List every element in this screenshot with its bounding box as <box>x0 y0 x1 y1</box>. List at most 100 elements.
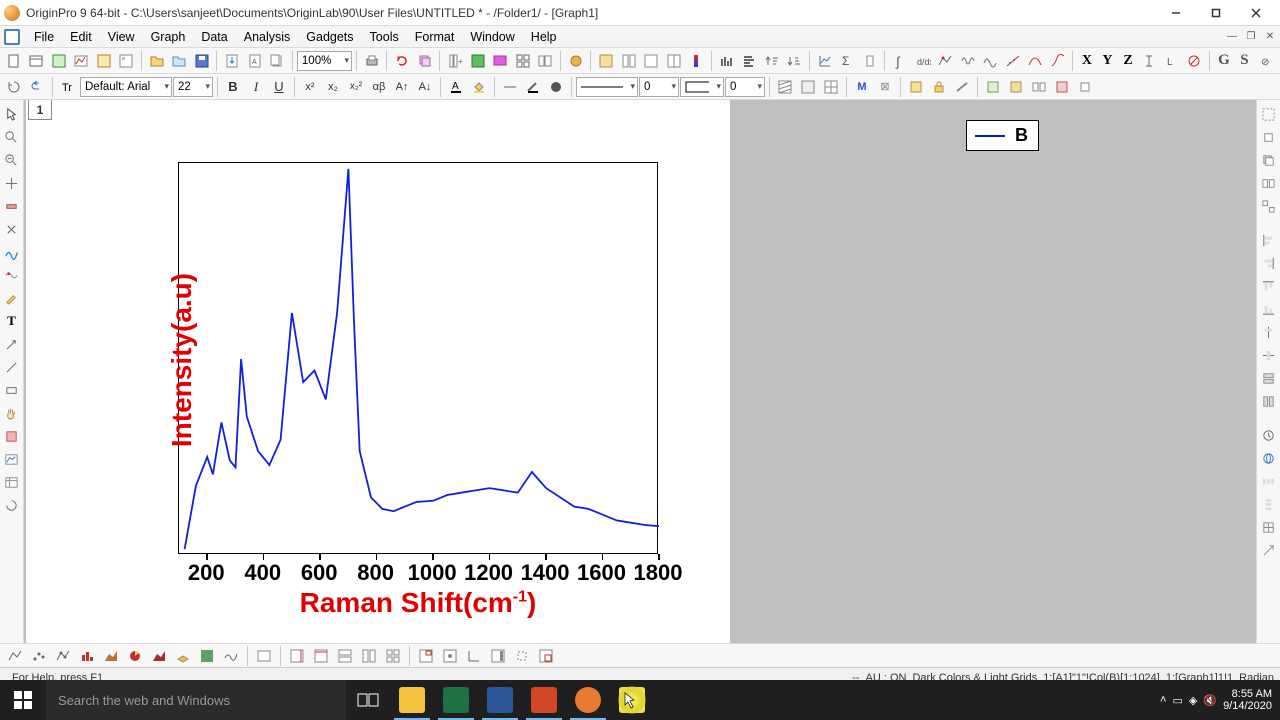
taskbar-search[interactable]: Search the web and Windows <box>46 680 346 720</box>
set-group-icon[interactable]: G <box>1214 51 1234 71</box>
set-y-icon[interactable]: Y <box>1098 51 1118 71</box>
distribute-h-icon[interactable] <box>1259 471 1279 491</box>
taskbar-file-explorer[interactable] <box>390 680 434 720</box>
new-layer-x-icon[interactable] <box>310 645 332 667</box>
new-columns-icon[interactable]: + <box>444 50 466 72</box>
contour-plot-icon[interactable] <box>196 645 218 667</box>
new-excel-icon[interactable] <box>48 50 70 72</box>
zoom-combo[interactable]: 100% <box>297 51 352 71</box>
open-template-icon[interactable] <box>168 50 190 72</box>
4panel-layer-icon[interactable] <box>382 645 404 667</box>
explorer-icon[interactable] <box>534 50 556 72</box>
menu-analysis[interactable]: Analysis <box>236 28 299 46</box>
set-subject-icon[interactable]: S <box>1235 51 1255 71</box>
system-tray[interactable]: ˄ ▭ ◈ 🔇 8:55 AM 9/14/2020 <box>1160 688 1280 712</box>
pointer-tool-icon[interactable] <box>2 104 22 124</box>
zoom-rect-icon[interactable] <box>511 645 533 667</box>
font-color-icon[interactable]: A <box>445 76 467 98</box>
align-center-h-icon[interactable] <box>1259 345 1279 365</box>
new-matrix-icon[interactable] <box>93 50 115 72</box>
layer-setup-icon[interactable] <box>1005 76 1027 98</box>
taskbar-origin[interactable] <box>566 680 610 720</box>
new-layer-y-icon[interactable] <box>286 645 308 667</box>
sigma-icon[interactable]: Σ <box>836 50 858 72</box>
open-icon[interactable] <box>146 50 168 72</box>
tile-windows-icon[interactable] <box>512 50 534 72</box>
menu-tools[interactable]: Tools <box>362 28 407 46</box>
insert-graph-icon[interactable] <box>2 449 22 469</box>
smooth-icon[interactable] <box>979 50 1001 72</box>
3d-plot-icon[interactable] <box>172 645 194 667</box>
column-plot-icon[interactable] <box>76 645 98 667</box>
surface-plot-icon[interactable] <box>220 645 242 667</box>
layer-merge-icon[interactable] <box>1028 76 1050 98</box>
taskbar-word[interactable] <box>478 680 522 720</box>
text-tool-icon[interactable]: T <box>2 311 22 331</box>
mdi-minimize-button[interactable]: — <box>1223 29 1241 45</box>
tray-chevron-icon[interactable]: ˄ <box>1160 694 1166 706</box>
minimize-button[interactable] <box>1156 0 1196 26</box>
rectangle-tool-icon[interactable] <box>2 380 22 400</box>
menu-file[interactable]: File <box>26 28 62 46</box>
sort-desc-icon[interactable] <box>783 50 805 72</box>
slide-show-icon[interactable] <box>489 50 511 72</box>
align-left-icon[interactable] <box>1259 230 1279 250</box>
font-size-combo[interactable]: 22 <box>173 77 213 97</box>
task-view-icon[interactable] <box>346 680 390 720</box>
align-bottom-icon[interactable] <box>1259 299 1279 319</box>
decrease-font-icon[interactable]: A↓ <box>414 76 436 98</box>
stats-row-icon[interactable] <box>738 50 760 72</box>
data-selector-icon[interactable] <box>2 219 22 239</box>
close-button[interactable] <box>1236 0 1276 26</box>
set-none-icon[interactable] <box>1184 50 1206 72</box>
print-icon[interactable] <box>361 50 383 72</box>
graph-canvas[interactable]: 1 B Intensity(a.u) 200400600800100012001… <box>24 100 1256 643</box>
import-single-ascii-icon[interactable]: A <box>244 50 266 72</box>
code-builder-icon[interactable] <box>565 50 587 72</box>
anti-alias-icon[interactable] <box>951 76 973 98</box>
layer-copy-icon[interactable] <box>1074 76 1096 98</box>
region-roi-icon[interactable] <box>2 426 22 446</box>
line-symbol-plot-icon[interactable] <box>52 645 74 667</box>
new-project-icon[interactable] <box>3 50 25 72</box>
fit-poly-icon[interactable] <box>1024 50 1046 72</box>
object-edit-icon[interactable] <box>905 76 927 98</box>
duplicate-icon[interactable] <box>414 50 436 72</box>
fft-icon[interactable] <box>957 50 979 72</box>
import-wizard-icon[interactable] <box>221 50 243 72</box>
maximize-button[interactable] <box>1196 0 1236 26</box>
merge-graph-icon[interactable] <box>618 50 640 72</box>
select-object-icon[interactable] <box>1259 104 1279 124</box>
digitizer-icon[interactable] <box>595 50 617 72</box>
region-data-icon[interactable] <box>2 242 22 262</box>
sort-asc-icon[interactable] <box>761 50 783 72</box>
superscript-icon[interactable]: x² <box>299 76 321 98</box>
grid-icon[interactable] <box>820 76 842 98</box>
add-layer-icon[interactable] <box>640 50 662 72</box>
increase-font-icon[interactable]: A↑ <box>391 76 413 98</box>
menu-data[interactable]: Data <box>193 28 235 46</box>
y-axis-label[interactable]: Intensity(a.u) <box>166 255 194 465</box>
align-right-icon[interactable] <box>1259 253 1279 273</box>
taskbar-notes[interactable] <box>610 680 654 720</box>
back-icon[interactable] <box>1259 150 1279 170</box>
integrate-icon[interactable]: ∫ <box>889 50 911 72</box>
insert-worksheet-icon[interactable] <box>2 472 22 492</box>
align-top-icon[interactable] <box>1259 276 1279 296</box>
menu-gadgets[interactable]: Gadgets <box>298 28 361 46</box>
group-icon[interactable] <box>1259 173 1279 193</box>
set-z-icon[interactable]: Z <box>1118 51 1138 71</box>
lock-icon[interactable] <box>928 76 950 98</box>
stats-on-column-icon[interactable] <box>859 50 881 72</box>
line-tool-icon[interactable] <box>2 357 22 377</box>
same-height-icon[interactable] <box>1259 391 1279 411</box>
unmask-icon[interactable]: ⊠ <box>874 76 896 98</box>
ungroup-icon[interactable] <box>1259 196 1279 216</box>
menu-help[interactable]: Help <box>523 28 565 46</box>
reset-icon[interactable] <box>3 76 25 98</box>
menu-graph[interactable]: Graph <box>143 28 194 46</box>
undo-icon[interactable] <box>26 76 48 98</box>
front-icon[interactable] <box>1259 127 1279 147</box>
add-color-scale-icon[interactable] <box>685 50 707 72</box>
border-width-combo[interactable]: 0 <box>725 77 765 97</box>
